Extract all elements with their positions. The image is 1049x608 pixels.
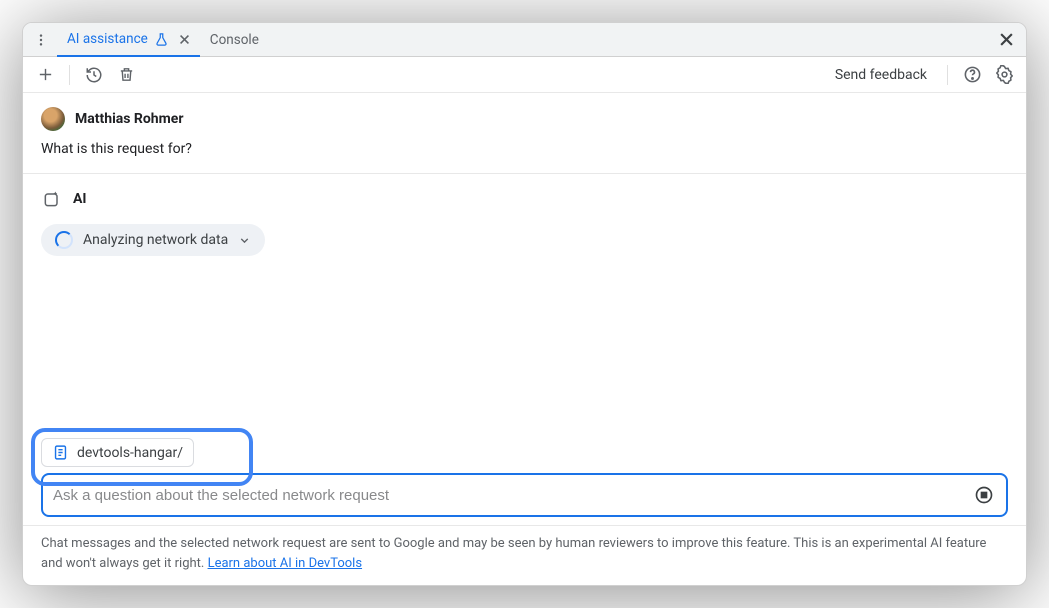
help-button[interactable] — [958, 61, 986, 89]
disclaimer: Chat messages and the selected network r… — [23, 525, 1026, 585]
user-message-text: What is this request for? — [41, 141, 1008, 157]
spinner-icon — [55, 231, 73, 249]
context-row: devtools-hangar/ — [23, 438, 1026, 473]
chevron-down-icon — [238, 234, 251, 247]
history-button[interactable] — [80, 61, 108, 89]
tab-ai-assistance[interactable]: AI assistance — [57, 24, 200, 57]
disclaimer-text: Chat messages and the selected network r… — [41, 536, 986, 571]
help-icon — [963, 65, 982, 84]
author-name: Matthias Rohmer — [75, 111, 183, 127]
flask-icon — [154, 32, 169, 47]
stop-icon — [974, 485, 994, 505]
avatar — [41, 107, 65, 131]
context-label: devtools-hangar/ — [77, 445, 183, 461]
chat-input[interactable] — [53, 487, 964, 504]
ai-sparkle-icon — [41, 188, 63, 210]
close-panel-button[interactable] — [992, 26, 1020, 54]
history-icon — [85, 66, 103, 84]
document-icon — [52, 444, 69, 461]
tab-console[interactable]: Console — [200, 23, 269, 56]
more-vertical-icon — [34, 33, 48, 47]
trash-icon — [118, 66, 135, 83]
input-row — [23, 473, 1026, 525]
tab-strip: AI assistance Console — [23, 23, 1026, 57]
send-feedback-link[interactable]: Send feedback — [825, 67, 937, 83]
new-chat-button[interactable] — [31, 61, 59, 89]
gear-icon — [995, 65, 1014, 84]
delete-button[interactable] — [112, 61, 140, 89]
user-message: Matthias Rohmer What is this request for… — [23, 93, 1026, 173]
tab-label: Console — [210, 32, 259, 48]
tab-label: AI assistance — [67, 31, 148, 47]
more-tabs-button[interactable] — [29, 28, 53, 52]
stop-button[interactable] — [972, 483, 996, 507]
learn-more-link[interactable]: Learn about AI in DevTools — [208, 556, 362, 571]
devtools-panel: AI assistance Console — [22, 22, 1027, 586]
chat-input-container — [41, 473, 1008, 517]
context-chip[interactable]: devtools-hangar/ — [41, 438, 194, 467]
chat-area: Matthias Rohmer What is this request for… — [23, 93, 1026, 438]
ai-message: AI Analyzing network data — [23, 174, 1026, 272]
close-icon — [999, 32, 1014, 47]
plus-icon — [37, 66, 54, 83]
ai-status-chip[interactable]: Analyzing network data — [41, 224, 265, 256]
ai-label: AI — [73, 191, 87, 207]
status-text: Analyzing network data — [83, 232, 228, 248]
toolbar: Send feedback — [23, 57, 1026, 93]
settings-button[interactable] — [990, 61, 1018, 89]
close-tab-button[interactable] — [179, 34, 190, 45]
